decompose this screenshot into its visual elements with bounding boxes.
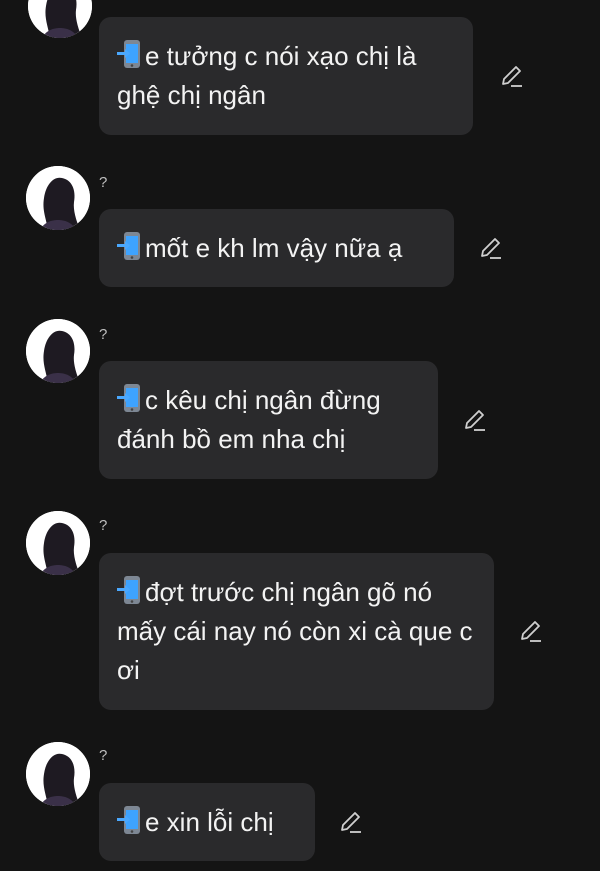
message-bubble[interactable]: mốt e kh lm vậy nữa ạ — [99, 209, 454, 287]
silhouette-avatar-icon — [26, 319, 90, 383]
silhouette-avatar-icon — [28, 0, 92, 38]
mobile-phone-with-arrow-icon — [117, 383, 143, 413]
message-text: mốt e kh lm vậy nữa ạ — [145, 233, 403, 263]
message-bubble[interactable]: e xin lỗi chị — [99, 783, 315, 861]
pencil-edit-icon[interactable] — [518, 619, 544, 645]
silhouette-avatar-icon — [26, 511, 90, 575]
pencil-edit-icon[interactable] — [462, 408, 488, 434]
sender-mark: ? — [99, 517, 108, 534]
pencil-edit-icon[interactable] — [338, 810, 364, 836]
message-bubble[interactable]: e tưởng c nói xạo chị là ghệ chị ngân — [99, 17, 473, 135]
pencil-edit-icon[interactable] — [478, 236, 504, 262]
avatar[interactable] — [26, 742, 90, 806]
avatar[interactable] — [26, 511, 90, 575]
silhouette-avatar-icon — [26, 742, 90, 806]
avatar[interactable] — [28, 0, 92, 38]
mobile-phone-with-arrow-icon — [117, 231, 143, 261]
message-bubble[interactable]: c kêu chị ngân đừng đánh bồ em nha chị — [99, 361, 438, 479]
message-bubble[interactable]: đợt trước chị ngân gõ nó mấy cái nay nó … — [99, 553, 494, 710]
sender-mark: ? — [99, 326, 108, 343]
message-text: c kêu chị ngân đừng đánh bồ em nha chị — [117, 385, 381, 454]
sender-mark: ? — [99, 174, 108, 191]
message-text: e xin lỗi chị — [145, 807, 274, 837]
mobile-phone-with-arrow-icon — [117, 39, 143, 69]
avatar[interactable] — [26, 319, 90, 383]
avatar[interactable] — [26, 166, 90, 230]
sender-mark: ? — [99, 747, 108, 764]
message-text: e tưởng c nói xạo chị là ghệ chị ngân — [117, 41, 417, 110]
silhouette-avatar-icon — [26, 166, 90, 230]
mobile-phone-with-arrow-icon — [117, 805, 143, 835]
message-text: đợt trước chị ngân gõ nó mấy cái nay nó … — [117, 577, 473, 685]
mobile-phone-with-arrow-icon — [117, 575, 143, 605]
pencil-edit-icon[interactable] — [499, 64, 525, 90]
